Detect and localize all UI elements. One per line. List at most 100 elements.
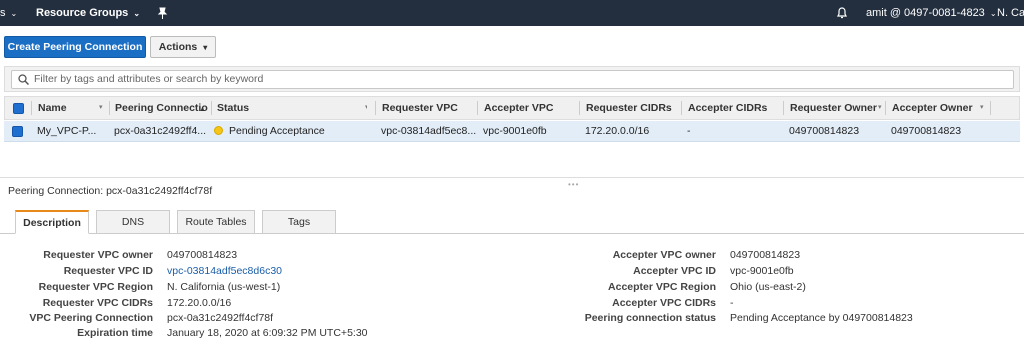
cell-requester-cidrs: 172.20.0.0/16 [585,125,650,137]
column-divider [579,101,580,115]
cell-accepter-vpc: vpc-9001e0fb [483,125,547,137]
search-placeholder: Filter by tags and attributes or search … [34,73,264,85]
sort-icon: ▾ [99,104,103,111]
status-pending-icon [214,126,223,135]
column-divider [109,101,110,115]
requester-vpc-owner-value: 049700814823 [167,249,238,261]
accepter-vpc-region-value: Ohio (us-east-2) [730,281,806,293]
column-requester-owner-label: Requester Owner [790,102,877,114]
vpc-peering-connection-value: pcx-0a31c2492ff4cf78f [167,312,274,324]
cell-peering-connection: pcx-0a31c2492ff4... [114,125,207,137]
column-divider [211,101,212,115]
column-name[interactable]: Name ▾ [38,97,108,119]
table-header: Name ▾ Peering Connectio ▲ Status ▾ Reques… [4,96,1020,120]
vpc-peering-connection-label: VPC Peering Connection [29,312,153,324]
drag-handle-icon[interactable]: ••• [568,180,579,189]
peering-connection-status-value: Pending Acceptance by 049700814823 [730,312,913,324]
sort-ascending-icon[interactable]: ▲ [199,97,209,119]
bell-icon[interactable] [836,0,850,26]
account-label: amit @ 0497-0081-4823 [866,7,985,19]
pin-icon[interactable] [157,0,169,26]
detail-title-value: pcx-0a31c2492ff4cf78f [106,185,213,197]
accepter-vpc-id-label: Accepter VPC ID [633,265,716,277]
create-peering-connection-button[interactable]: Create Peering Connection [4,36,146,58]
status-label: Pending Acceptance [229,125,325,137]
tab-description[interactable]: Description [15,210,89,234]
column-status-label: Status [217,102,250,114]
region-label: N. Cali [997,7,1024,19]
resize-splitter[interactable]: ••• [0,177,1024,189]
region-menu[interactable]: N. Cali [997,0,1024,26]
accepter-vpc-owner-label: Accepter VPC owner [612,249,716,261]
row-checkbox[interactable] [12,126,23,137]
actions-label: Actions [158,41,198,53]
tab-route-tables[interactable]: Route Tables [177,210,255,234]
accepter-vpc-region-label: Accepter VPC Region [608,281,716,293]
chevron-down-icon: ⌄ [989,9,997,18]
services-menu[interactable]: s ⌄ [0,0,17,26]
column-accepter-owner[interactable]: Accepter Owner ▾ [892,97,992,119]
column-divider [31,101,32,115]
cell-requester-vpc: vpc-03814adf5ec8... [381,125,476,137]
table-row[interactable]: My_VPC-P... pcx-0a31c2492ff4... Pending … [4,121,1020,142]
filter-bar: Filter by tags and attributes or search … [4,66,1020,92]
resource-groups-label: Resource Groups [36,7,129,19]
column-peering-connection-label: Peering Connectio [115,102,208,114]
resource-groups-menu[interactable]: Resource Groups ⌄ [36,0,140,26]
accepter-vpc-owner-value: 049700814823 [730,249,801,261]
chevron-down-icon: ⌄ [10,9,18,18]
column-requester-cidrs[interactable]: Requester CIDRs [586,97,678,119]
column-accepter-vpc[interactable]: Accepter VPC [484,97,574,119]
detail-title: Peering Connection: pcx-0a31c2492ff4cf78… [8,185,212,197]
services-label: s [0,7,6,19]
sort-icon: ▾ [980,104,984,111]
cell-accepter-owner: 049700814823 [891,125,962,137]
tab-dns[interactable]: DNS [96,210,170,234]
column-divider [681,101,682,115]
requester-vpc-region-label: Requester VPC Region [38,281,153,293]
chevron-down-icon: ▾ [203,43,208,52]
expiration-time-value: January 18, 2020 at 6:09:32 PM UTC+5:30 [167,327,368,339]
search-input[interactable]: Filter by tags and attributes or search … [11,70,1014,89]
column-divider [477,101,478,115]
column-accepter-owner-label: Accepter Owner [892,102,973,114]
column-requester-cidrs-label: Requester CIDRs [586,102,672,114]
column-divider [990,101,991,115]
requester-vpc-owner-label: Requester VPC owner [43,249,153,261]
accepter-vpc-cidrs-label: Accepter VPC CIDRs [612,297,716,309]
expiration-time-label: Expiration time [77,327,153,339]
select-all-checkbox[interactable] [13,103,24,114]
column-accepter-cidrs-label: Accepter CIDRs [688,102,768,114]
column-peering-connection[interactable]: Peering Connectio [115,97,211,119]
chevron-down-icon: ⌄ [133,9,141,18]
column-name-label: Name [38,102,67,114]
peering-connection-status-label: Peering connection status [584,312,716,324]
column-requester-vpc-label: Requester VPC [382,102,458,114]
column-requester-owner[interactable]: Requester Owner ▾ [790,97,888,119]
column-requester-vpc[interactable]: Requester VPC [382,97,472,119]
column-status[interactable]: Status ▾ [217,97,367,119]
requester-vpc-id-link[interactable]: vpc-03814adf5ec8d6c30 [167,265,282,277]
column-accepter-vpc-label: Accepter VPC [484,102,554,114]
cell-accepter-cidrs: - [687,125,691,137]
sort-icon: ▾ [878,104,882,111]
requester-vpc-cidrs-label: Requester VPC CIDRs [42,297,153,309]
tab-tags[interactable]: Tags [262,210,336,234]
column-divider [375,101,376,115]
cell-name: My_VPC-P... [37,125,97,137]
detail-title-label: Peering Connection: [8,185,104,197]
accepter-vpc-cidrs-value: - [730,297,734,309]
actions-button[interactable]: Actions ▾ [150,36,216,58]
requester-vpc-region-value: N. California (us-west-1) [167,281,281,293]
column-divider [783,101,784,115]
accepter-vpc-id-value: vpc-9001e0fb [730,265,794,277]
column-divider [885,101,886,115]
column-accepter-cidrs[interactable]: Accepter CIDRs [688,97,780,119]
search-icon [18,74,29,85]
account-menu[interactable]: amit @ 0497-0081-4823 ⌄ [866,0,997,26]
cell-status: Pending Acceptance [214,121,372,141]
top-nav: s ⌄ Resource Groups ⌄ amit @ 0497-0081-482… [0,0,1024,26]
requester-vpc-cidrs-value: 172.20.0.0/16 [167,297,232,309]
requester-vpc-id-label: Requester VPC ID [63,265,153,277]
sort-icon: ▾ [365,104,367,111]
